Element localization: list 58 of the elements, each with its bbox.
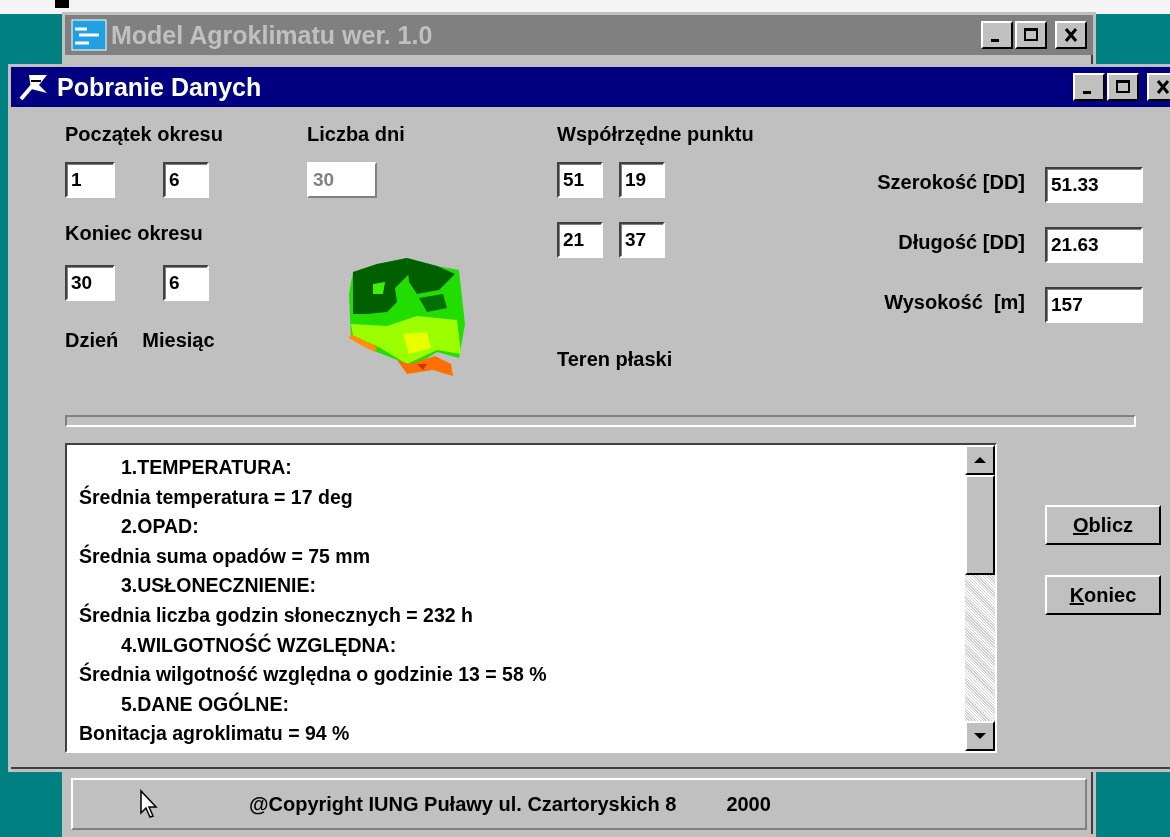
- minimize-icon: [1083, 90, 1091, 94]
- scrollbar[interactable]: [965, 445, 995, 751]
- close-icon: [1062, 27, 1080, 43]
- maximize-button[interactable]: [1107, 73, 1139, 101]
- field-label: Szerokość [DD]: [876, 170, 1025, 195]
- field-label: Współrzędne punktu: [557, 123, 755, 146]
- input-field[interactable]: 1: [65, 162, 115, 198]
- input-field[interactable]: 6: [163, 162, 209, 198]
- input-field[interactable]: 21.63: [1045, 227, 1143, 263]
- field-label: Miesiąc: [142, 329, 215, 352]
- calculate-button[interactable]: Oblicz: [1045, 505, 1161, 545]
- field-label: Początek okresu: [65, 123, 224, 146]
- minimize-button[interactable]: [981, 21, 1013, 49]
- section-heading: 3.USŁONECZNIENIE:: [120, 573, 318, 599]
- scroll-thumb[interactable]: [965, 475, 995, 575]
- maximize-icon: [1114, 79, 1132, 95]
- field-label: Dzień: [65, 329, 119, 352]
- up-arrow-icon: [973, 456, 987, 464]
- terrain-label: Teren płaski: [557, 348, 674, 371]
- results-text-area[interactable]: [65, 443, 997, 753]
- result-line: Średnia temperatura = 17 deg: [79, 484, 354, 510]
- input-field[interactable]: 19: [619, 162, 665, 198]
- close-button[interactable]: [1055, 21, 1087, 49]
- section-heading: 4.WILGOTNOŚĆ WZGLĘDNA:: [120, 632, 398, 658]
- minimize-icon: [991, 38, 999, 42]
- input-field[interactable]: 51: [557, 162, 603, 198]
- input-field[interactable]: 157: [1045, 287, 1143, 323]
- exit-button[interactable]: Koniec: [1045, 575, 1161, 615]
- copyright-year: 2000: [726, 792, 771, 816]
- close-button[interactable]: [1147, 73, 1170, 101]
- section-heading: 5.DANE OGÓLNE:: [120, 691, 290, 717]
- close-icon: [1154, 79, 1170, 95]
- scroll-up-button[interactable]: [965, 445, 995, 475]
- maximize-icon: [1022, 27, 1040, 43]
- section-heading: 2.OPAD:: [120, 514, 200, 540]
- window-title: Model Agroklimatu wer. 1.0: [111, 20, 434, 50]
- window-title: Pobranie Danych: [57, 72, 263, 102]
- input-field[interactable]: 6: [163, 265, 209, 301]
- result-line: Średnia suma opadów = 75 mm: [79, 543, 371, 569]
- field-label: Koniec okresu: [65, 222, 204, 245]
- input-field[interactable]: 37: [619, 222, 665, 258]
- input-field[interactable]: 51.33: [1045, 167, 1143, 203]
- result-line: Bonitacja agroklimatu = 94 %: [79, 721, 351, 747]
- input-field[interactable]: 30: [65, 265, 115, 301]
- maximize-button[interactable]: [1015, 21, 1047, 49]
- input-field[interactable]: 21: [557, 222, 603, 258]
- minimize-button[interactable]: [1073, 73, 1105, 101]
- cursor-icon: [139, 789, 159, 819]
- field-label: Liczba dni: [307, 123, 406, 146]
- down-arrow-icon: [973, 732, 987, 740]
- sky-icon: [71, 19, 107, 51]
- scroll-down-button[interactable]: [965, 721, 995, 751]
- field-label: Wysokość [m]: [883, 290, 1025, 315]
- section-heading: 1.TEMPERATURA:: [120, 455, 293, 480]
- copyright-text: @Copyright IUNG Puławy ul. Czartoryskich 8: [249, 792, 677, 816]
- field-label: Długość [DD]: [897, 230, 1025, 255]
- result-line: Średnia liczba godzin słonecznych = 232 h: [79, 602, 474, 628]
- result-line: Średnia wilgotność względna o godzinie 13 = 58 %: [79, 661, 548, 688]
